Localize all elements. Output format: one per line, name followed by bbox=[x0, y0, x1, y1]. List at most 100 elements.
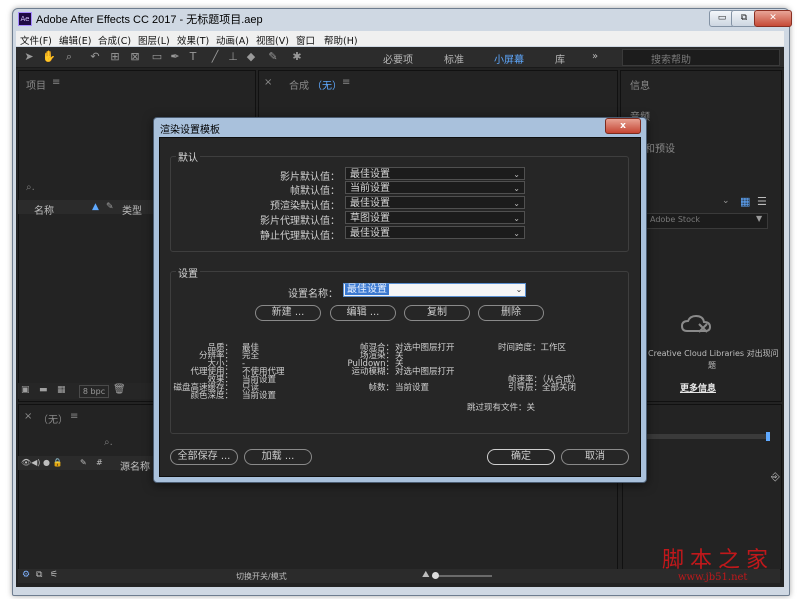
roto-brush-tool-icon[interactable]: ✎ bbox=[266, 50, 280, 64]
close-button[interactable]: ✕ bbox=[754, 10, 792, 27]
timeline-close-icon[interactable]: × bbox=[24, 411, 32, 422]
menu-edit[interactable]: 编辑(E) bbox=[59, 33, 91, 47]
composition-panel-title[interactable]: 合成 bbox=[289, 77, 309, 92]
color-depth-button[interactable]: 8 bpc bbox=[79, 385, 109, 398]
setting-name-dropdown-icon[interactable]: ⌄ bbox=[513, 284, 525, 296]
watermark-url: www.jb51.net bbox=[678, 572, 748, 583]
prerender-default-select[interactable]: 最佳设置 ⌄ bbox=[345, 196, 525, 209]
ok-button[interactable]: 确定 bbox=[487, 449, 555, 465]
layer-switches-toggle-icon[interactable]: ⚙ bbox=[22, 570, 30, 580]
pen-tool-icon[interactable]: ✒ bbox=[168, 50, 182, 64]
dialog-close-button[interactable]: x bbox=[605, 118, 641, 134]
frame-default-label: 帧默认值： bbox=[290, 186, 340, 197]
eraser-tool-icon[interactable]: ◆ bbox=[244, 50, 258, 64]
rotate-tool-icon[interactable]: ↶ bbox=[88, 50, 102, 64]
av-features-icons[interactable]: 👁◀) ● 🔒 bbox=[21, 458, 62, 467]
timeline-menu-icon[interactable]: ≡ bbox=[70, 411, 78, 422]
summary-key: 帧数： bbox=[368, 383, 394, 393]
interpret-footage-icon[interactable]: ▣ bbox=[21, 385, 30, 395]
project-panel-menu-icon[interactable]: ≡ bbox=[52, 77, 60, 88]
brush-tool-icon[interactable]: ╱ bbox=[208, 50, 222, 64]
summary-value: 当前设置 bbox=[395, 383, 430, 393]
more-info-link[interactable]: 更多信息 bbox=[648, 381, 748, 394]
time-navigator-bar[interactable] bbox=[640, 434, 768, 439]
label-column-icon[interactable]: ✎ bbox=[80, 458, 87, 467]
menu-help[interactable]: 帮助(H) bbox=[324, 33, 358, 47]
movie-default-label: 影片默认值： bbox=[280, 172, 340, 183]
settings-group-title: 设置 bbox=[176, 265, 200, 280]
cancel-button[interactable]: 取消 bbox=[561, 449, 629, 465]
clone-stamp-tool-icon[interactable]: ⊥ bbox=[226, 50, 240, 64]
defaults-group-title: 默认 bbox=[176, 149, 200, 164]
effects-presets-panel-title[interactable]: 和预设 bbox=[645, 140, 675, 155]
menu-file[interactable]: 文件(F) bbox=[20, 33, 52, 47]
summary-key: 颜色深度： bbox=[190, 391, 233, 401]
zoom-slider-thumb[interactable] bbox=[432, 572, 439, 579]
movie-proxy-default-select[interactable]: 草图设置 ⌄ bbox=[345, 211, 525, 224]
time-navigator-end-handle[interactable] bbox=[766, 432, 770, 441]
type-column-header[interactable]: 类型 bbox=[122, 202, 142, 217]
library-dropdown-arrow-icon[interactable]: ⌄ bbox=[722, 196, 730, 206]
info-panel-title[interactable]: 信息 bbox=[630, 77, 650, 92]
delete-button[interactable]: 删除 bbox=[478, 305, 544, 321]
still-proxy-default-select[interactable]: 最佳设置 ⌄ bbox=[345, 226, 525, 239]
hand-tool-icon[interactable]: ✋ bbox=[42, 50, 56, 64]
project-panel-title[interactable]: 项目 bbox=[26, 77, 46, 92]
workspace-libraries[interactable]: 库 bbox=[555, 51, 565, 66]
summary-time-span: 时间跨度：工作区 bbox=[498, 343, 567, 353]
save-all-button[interactable]: 全部保存 ... bbox=[170, 449, 238, 465]
graph-editor-icon[interactable]: ⚟ bbox=[50, 570, 58, 580]
creative-cloud-message-line2: 题 bbox=[708, 361, 716, 370]
edit-button[interactable]: 编辑 ... bbox=[330, 305, 396, 321]
composition-panel-menu-icon[interactable]: ≡ bbox=[342, 77, 350, 88]
zoom-tool-icon[interactable]: ⌕ bbox=[62, 50, 76, 64]
dialog-title: 渲染设置模板 bbox=[160, 125, 220, 136]
creative-cloud-error-icon bbox=[680, 314, 712, 334]
list-view-icon[interactable]: ☰ bbox=[757, 195, 767, 208]
workspace-small-screen[interactable]: 小屏幕 bbox=[494, 51, 524, 66]
adobe-stock-label: Adobe Stock bbox=[650, 215, 700, 224]
modes-toggle-icon[interactable]: ⧉ bbox=[36, 570, 42, 580]
workspaces-more-icon[interactable]: » bbox=[592, 51, 598, 62]
selection-tool-icon[interactable]: ➤ bbox=[22, 50, 36, 64]
zoom-slider-track[interactable] bbox=[432, 575, 492, 577]
menu-effect[interactable]: 效果(T) bbox=[177, 33, 209, 47]
source-name-column-header[interactable]: 源名称 bbox=[120, 458, 150, 473]
workspace-essentials[interactable]: 必要项 bbox=[383, 51, 413, 66]
new-folder-icon[interactable]: ▬ bbox=[39, 385, 48, 395]
rectangle-tool-icon[interactable]: ▭ bbox=[150, 50, 164, 64]
new-button[interactable]: 新建 ... bbox=[255, 305, 321, 321]
grid-view-icon[interactable]: ▦ bbox=[740, 195, 750, 208]
camera-tool-icon[interactable]: ⊞ bbox=[108, 50, 122, 64]
toggle-switches-modes-button[interactable]: 切换开关/模式 bbox=[236, 571, 287, 582]
load-button[interactable]: 加载 ... bbox=[244, 449, 312, 465]
setting-name-value[interactable]: 最佳设置 bbox=[345, 284, 389, 295]
help-search-input[interactable] bbox=[622, 49, 780, 66]
menu-window[interactable]: 窗口 bbox=[296, 33, 315, 47]
summary-guide-layers: 引导层：全部关闭 bbox=[508, 383, 577, 393]
sort-ascending-icon[interactable]: ▲ bbox=[92, 202, 99, 212]
duplicate-button[interactable]: 复制 bbox=[404, 305, 470, 321]
movie-default-select[interactable]: 最佳设置 ⌄ bbox=[345, 167, 525, 180]
new-composition-icon[interactable]: ▦ bbox=[57, 385, 66, 395]
project-search-icon[interactable]: ⌕. bbox=[26, 182, 35, 193]
trash-icon[interactable]: 🗑 bbox=[113, 384, 126, 395]
menu-bar bbox=[16, 31, 784, 46]
puppet-tool-icon[interactable]: ✱ bbox=[290, 50, 304, 64]
menu-composition[interactable]: 合成(C) bbox=[98, 33, 131, 47]
label-tag-icon[interactable]: ✎ bbox=[106, 202, 114, 212]
workspace-standard[interactable]: 标准 bbox=[444, 51, 464, 66]
adobe-stock-dropdown-icon[interactable]: ▼ bbox=[756, 214, 762, 223]
frame-default-select[interactable]: 当前设置 ⌄ bbox=[345, 181, 525, 194]
name-column-header[interactable]: 名称 bbox=[34, 202, 54, 217]
comp-button-icon[interactable]: ⎆ bbox=[771, 470, 780, 484]
menu-view[interactable]: 视图(V) bbox=[256, 33, 289, 47]
type-tool-icon[interactable]: T bbox=[186, 50, 200, 64]
summary-key: 运动模糊： bbox=[351, 367, 394, 377]
composition-close-icon[interactable]: × bbox=[264, 77, 272, 88]
pan-behind-tool-icon[interactable]: ⊠ bbox=[128, 50, 142, 64]
zoom-out-icon[interactable]: ⛰ bbox=[422, 570, 430, 580]
menu-animation[interactable]: 动画(A) bbox=[216, 33, 249, 47]
timeline-search-icon[interactable]: ⌕. bbox=[104, 437, 113, 448]
menu-layer[interactable]: 图层(L) bbox=[138, 33, 170, 47]
